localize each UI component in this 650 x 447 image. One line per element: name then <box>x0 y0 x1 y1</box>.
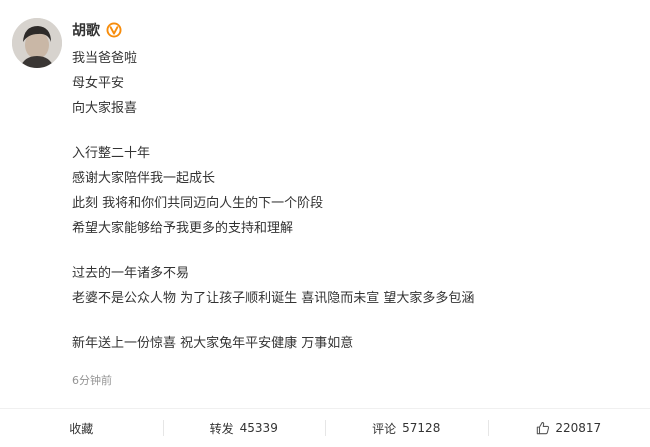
post-paragraph: 过去的一年诸多不易 老婆不是公众人物 为了让孩子顺利诞生 喜讯隐而未宣 望大家多… <box>72 261 632 311</box>
post-paragraph: 入行整二十年 感谢大家陪伴我一起成长 此刻 我将和你们共同迈向人生的下一个阶段 … <box>72 141 632 241</box>
post-line: 过去的一年诸多不易 <box>72 266 190 281</box>
comment-count: 57128 <box>402 421 441 435</box>
post-timestamp[interactable]: 6分钟前 <box>72 372 112 388</box>
post-line: 此刻 我将和你们共同迈向人生的下一个阶段 <box>72 196 324 211</box>
post-line: 希望大家能够给予我更多的支持和理解 <box>72 221 294 236</box>
post-line: 感谢大家陪伴我一起成长 <box>72 171 216 186</box>
thumbs-up-icon <box>537 422 550 435</box>
like-button[interactable]: 220817 <box>487 417 650 439</box>
repost-button[interactable]: 转发 45339 <box>162 417 326 439</box>
comment-button[interactable]: 评论 57128 <box>325 417 488 439</box>
action-bar: 收藏 转发 45339 评论 57128 220817 <box>0 409 650 447</box>
avatar[interactable] <box>12 18 62 68</box>
post-paragraph: 新年送上一份惊喜 祝大家兔年平安健康 万事如意 <box>72 331 632 356</box>
post-line: 我当爸爸啦 <box>72 51 138 66</box>
author-row: 胡歌 <box>72 20 122 40</box>
post-line: 向大家报喜 <box>72 101 138 116</box>
post-line: 新年送上一份惊喜 祝大家兔年平安健康 万事如意 <box>72 336 354 351</box>
avatar-image <box>12 18 62 68</box>
author-name[interactable]: 胡歌 <box>72 20 100 40</box>
post-content: 我当爸爸啦 母女平安 向大家报喜 入行整二十年 感谢大家陪伴我一起成长 此刻 我… <box>72 46 632 376</box>
post-line: 母女平安 <box>72 76 125 91</box>
post-line: 老婆不是公众人物 为了让孩子顺利诞生 喜讯隐而未宣 望大家多多包涵 <box>72 291 475 306</box>
repost-count: 45339 <box>239 421 278 435</box>
verified-badge-icon <box>106 22 122 38</box>
favorite-button[interactable]: 收藏 <box>0 417 163 439</box>
like-count: 220817 <box>555 421 602 435</box>
favorite-label: 收藏 <box>69 421 94 436</box>
weibo-post: 胡歌 我当爸爸啦 母女平安 向大家报喜 入行整二十年 感谢大家陪伴我一起成长 此… <box>0 0 650 447</box>
post-paragraph: 我当爸爸啦 母女平安 向大家报喜 <box>72 46 632 121</box>
comment-label: 评论 <box>372 421 397 436</box>
post-line: 入行整二十年 <box>72 146 151 161</box>
repost-label: 转发 <box>209 421 234 436</box>
